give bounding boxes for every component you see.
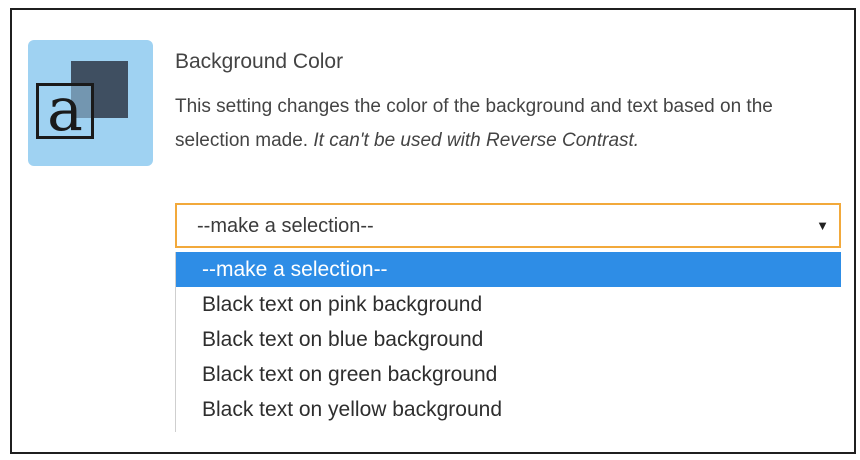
setting-description-note: It can't be used with Reverse Contrast. [313,130,640,151]
dropdown-option-pink[interactable]: Black text on pink background [176,287,841,322]
triangle-down-icon[interactable]: ▼ [816,218,829,233]
dropdown-option-list[interactable]: --make a selection-- Black text on pink … [175,252,841,432]
letter-a-icon: a [36,80,94,140]
background-color-select[interactable]: --make a selection-- ▼ [175,203,841,248]
select-current-value: --make a selection-- [197,215,374,237]
dropdown-option-blue[interactable]: Black text on blue background [176,322,841,357]
setting-description: This setting changes the color of the ba… [175,90,835,158]
dropdown-option-green[interactable]: Black text on green background [176,357,841,392]
setting-panel: a Background Color This setting changes … [10,8,856,454]
setting-title: Background Color [175,50,344,73]
text-background-icon: a [28,40,153,166]
dropdown-option-make-selection[interactable]: --make a selection-- [176,252,841,287]
dropdown-option-yellow[interactable]: Black text on yellow background [176,392,841,427]
